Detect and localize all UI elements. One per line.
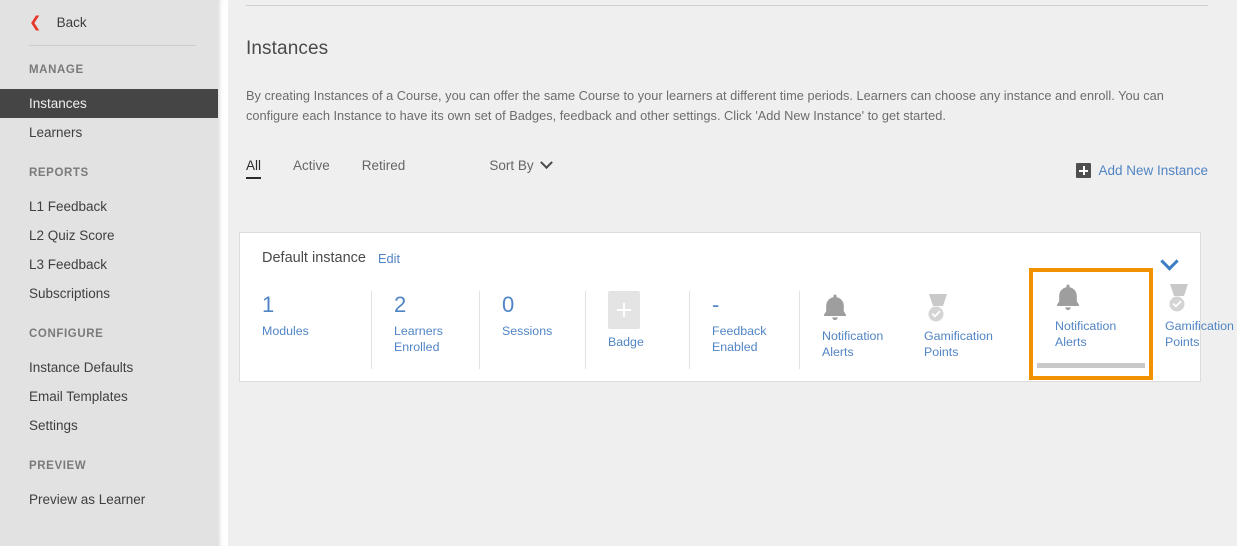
add-new-instance-button[interactable]: Add New Instance (1076, 163, 1208, 178)
tab-active[interactable]: Active (293, 158, 330, 179)
tab-all[interactable]: All (246, 158, 262, 179)
bell-icon (1056, 284, 1080, 310)
sidebar-item-email-templates[interactable]: Email Templates (0, 382, 218, 411)
sidebar-item-settings[interactable]: Settings (0, 411, 218, 440)
instance-card: Default instance Edit 1 Modules 2 Learne… (239, 232, 1234, 382)
stat-notification-alerts[interactable]: Notification Alerts (800, 291, 902, 369)
stat-sessions-value: 0 (502, 292, 515, 317)
sidebar-edge-shadow (218, 0, 228, 546)
instance-title: Default instance (262, 250, 366, 266)
bell-icon-wrapper (822, 291, 880, 324)
bell-icon-wrapper-overlay (1055, 281, 1145, 314)
instance-edit-link[interactable]: Edit (378, 251, 400, 266)
sidebar-item-instances[interactable]: Instances (0, 89, 218, 118)
sidebar-item-l3-feedback[interactable]: L3 Feedback (0, 250, 218, 279)
sidebar-section-manage: MANAGE (29, 64, 84, 76)
instance-stats-row: 1 Modules 2 Learners Enrolled 0 Sessions (262, 291, 1022, 369)
stat-modules[interactable]: 1 Modules (262, 291, 372, 369)
stat-sessions-label: Sessions (502, 324, 553, 338)
top-divider (246, 5, 1208, 6)
plus-square-icon (1076, 163, 1092, 178)
back-button[interactable]: ❮ Back (0, 0, 218, 45)
sidebar-section-configure: CONFIGURE (29, 328, 104, 340)
stat-modules-label: Modules (262, 324, 309, 338)
stat-badge[interactable]: Badge (586, 291, 690, 369)
stat-feedback-enabled-label: Feedback Enabled (712, 324, 767, 354)
instance-card-header: Default instance Edit (240, 233, 1200, 266)
add-badge-placeholder-icon[interactable] (608, 291, 640, 329)
chevron-left-icon: ❮ (29, 14, 42, 31)
stat-feedback-enabled-value: - (712, 292, 720, 317)
back-button-label: Back (56, 15, 87, 30)
stat-learners-enrolled[interactable]: 2 Learners Enrolled (372, 291, 480, 369)
stat-learners-enrolled-label: Learners Enrolled (394, 324, 443, 354)
sidebar: ❮ Back MANAGE Instances Learners REPORTS… (0, 0, 218, 546)
sidebar-item-learners[interactable]: Learners (0, 118, 218, 147)
tab-retired[interactable]: Retired (362, 158, 406, 179)
filter-tabs: All Active Retired Sort By (246, 156, 553, 179)
stat-notification-alerts-label: Notification Alerts (822, 329, 884, 359)
bell-icon (823, 294, 847, 320)
sidebar-item-instance-defaults[interactable]: Instance Defaults (0, 353, 218, 382)
stat-sessions[interactable]: 0 Sessions (480, 291, 586, 369)
stat-learners-enrolled-value: 2 (394, 292, 407, 317)
medal-icon (928, 293, 947, 321)
app-root: ❮ Back MANAGE Instances Learners REPORTS… (0, 0, 1237, 546)
stat-notification-alerts-label-overlay: Notification Alerts (1055, 319, 1117, 349)
notification-alerts-underbar (1037, 363, 1145, 368)
stat-notification-alerts-overlay[interactable]: Notification Alerts (1055, 281, 1145, 350)
stat-feedback-enabled[interactable]: - Feedback Enabled (690, 291, 800, 369)
stat-gamification-points-label-overlay: Gamification Points (1165, 319, 1234, 349)
medal-icon (1169, 283, 1188, 311)
add-new-instance-label: Add New Instance (1098, 163, 1208, 178)
sidebar-item-l1-feedback[interactable]: L1 Feedback (0, 192, 218, 221)
sidebar-item-preview-as-learner[interactable]: Preview as Learner (0, 485, 218, 514)
main-content: Instances By creating Instances of a Cou… (228, 0, 1237, 546)
stat-gamification-points-overlay[interactable]: Gamification Points (1165, 281, 1237, 350)
sidebar-section-reports: REPORTS (29, 167, 89, 179)
sidebar-section-preview: PREVIEW (29, 460, 87, 472)
stat-modules-value: 1 (262, 292, 275, 317)
sort-by-label: Sort By (489, 158, 534, 173)
stat-badge-label: Badge (608, 335, 644, 349)
sidebar-item-subscriptions[interactable]: Subscriptions (0, 279, 218, 308)
stat-gamification-points-label: Gamification Points (924, 329, 993, 359)
stat-gamification-points[interactable]: Gamification Points (902, 291, 1022, 369)
page-description: By creating Instances of a Course, you c… (246, 88, 1164, 123)
chevron-down-icon (539, 156, 553, 170)
sort-by-dropdown[interactable]: Sort By (489, 156, 553, 173)
medal-icon-wrapper-overlay (1165, 281, 1237, 314)
medal-icon-wrapper (924, 291, 1000, 324)
page-title: Instances (246, 38, 329, 59)
sidebar-item-l2-quiz-score[interactable]: L2 Quiz Score (0, 221, 218, 250)
